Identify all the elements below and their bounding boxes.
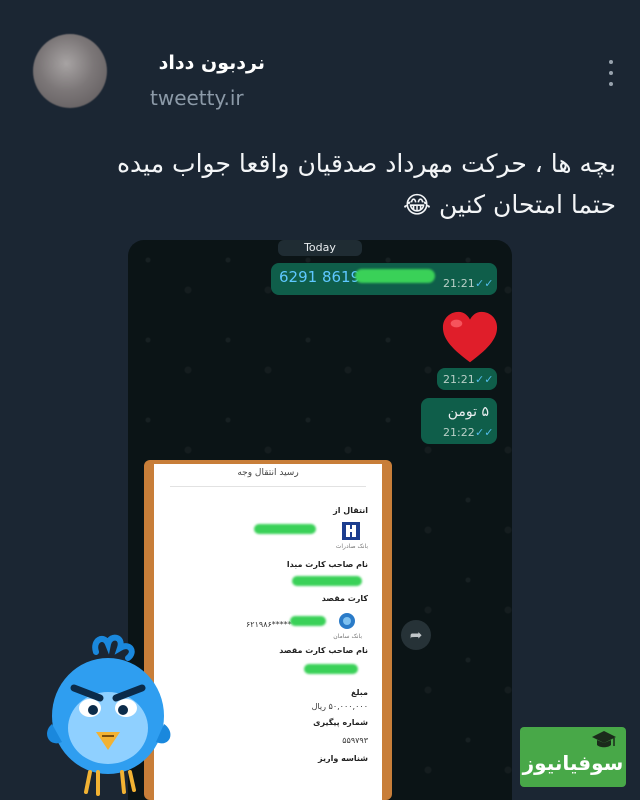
bank2-name: بانک سامان <box>333 633 362 640</box>
message-bubble-card-number[interactable]: 6291 8619 21:21 ✓✓ <box>271 263 497 295</box>
tracking-value: ۵۵۹۷۹۳ <box>342 736 368 745</box>
receipt-image[interactable]: رسید انتقال وجه انتقال از بانک صادرات نا… <box>144 460 392 800</box>
deposit-id-label: شناسه واریز <box>318 754 368 763</box>
source-owner-label: نام صاحب کارت مبدا <box>286 560 368 569</box>
tweet-text-line2: حتما امتحان کنین 😂 <box>20 184 616 226</box>
forward-icon[interactable]: ➦ <box>401 620 431 650</box>
receipt-paper: رسید انتقال وجه انتقال از بانک صادرات نا… <box>154 464 382 800</box>
amount-value: ۵۰,۰۰۰,۰۰۰ ریال <box>311 702 368 711</box>
redaction-mark <box>254 524 316 534</box>
read-ticks-icon: ✓✓ <box>475 277 494 290</box>
message-time: 21:21 <box>443 373 475 386</box>
card-number-text: 6291 8619 <box>279 268 361 286</box>
bank1-name: بانک صادرات <box>335 543 368 550</box>
author-name[interactable]: نردبون دداد <box>150 52 265 74</box>
message-bubble-amount[interactable]: ۵ تومن 21:22 ✓✓ <box>421 398 497 444</box>
tweet-header: نردبون دداد tweetty.ir <box>0 0 640 130</box>
from-label: انتقال از <box>333 506 368 515</box>
saman-bank-logo-icon <box>339 613 355 629</box>
saderat-bank-logo-icon <box>342 522 360 540</box>
author-handle[interactable]: tweetty.ir <box>150 86 244 110</box>
graduation-cap-icon <box>592 731 616 748</box>
message-time: 21:22 <box>443 426 475 439</box>
more-options-icon[interactable] <box>606 60 616 86</box>
redaction-mark <box>290 616 326 626</box>
receipt-title: رسید انتقال وجه <box>237 468 299 478</box>
amount-label: مبلغ <box>351 688 368 697</box>
dest-card-label: کارت مقصد <box>321 594 368 603</box>
tweet-text-line1: بچه ها ، حرکت مهرداد صدقیان واقعا جواب م… <box>116 149 616 178</box>
redaction-mark <box>304 664 358 674</box>
tracking-label: شماره پیگیری <box>313 718 368 727</box>
tweet-text: بچه ها ، حرکت مهرداد صدقیان واقعا جواب م… <box>20 143 616 226</box>
chat-screenshot[interactable]: Today 6291 8619 21:21 ✓✓ 21:21 ✓✓ ۵ تومن… <box>128 240 512 800</box>
redaction-mark <box>355 269 435 283</box>
divider <box>170 486 366 487</box>
dest-owner-label: نام صاحب کارت مقصد <box>279 646 368 655</box>
laughing-emoji-icon: 😂 <box>403 191 432 219</box>
tweet-text-line2-text: حتما امتحان کنین <box>439 190 616 219</box>
avatar[interactable] <box>33 34 107 108</box>
logo-text: سوفیانیوز <box>522 751 624 775</box>
red-heart-icon <box>442 311 498 363</box>
read-ticks-icon: ✓✓ <box>475 426 494 439</box>
dest-card-value: ۶۲۱۹۸۶***** <box>246 620 292 629</box>
angry-bird-mascot-icon <box>47 634 171 796</box>
message-time: 21:21 <box>443 277 475 290</box>
redaction-mark <box>292 576 362 586</box>
read-ticks-icon: ✓✓ <box>475 373 494 386</box>
watermark-logo: سوفیانیوز <box>520 727 626 787</box>
message-text: ۵ تومن <box>447 404 489 420</box>
date-label: Today <box>278 240 362 256</box>
message-bubble-heart[interactable]: 21:21 ✓✓ <box>437 368 497 390</box>
